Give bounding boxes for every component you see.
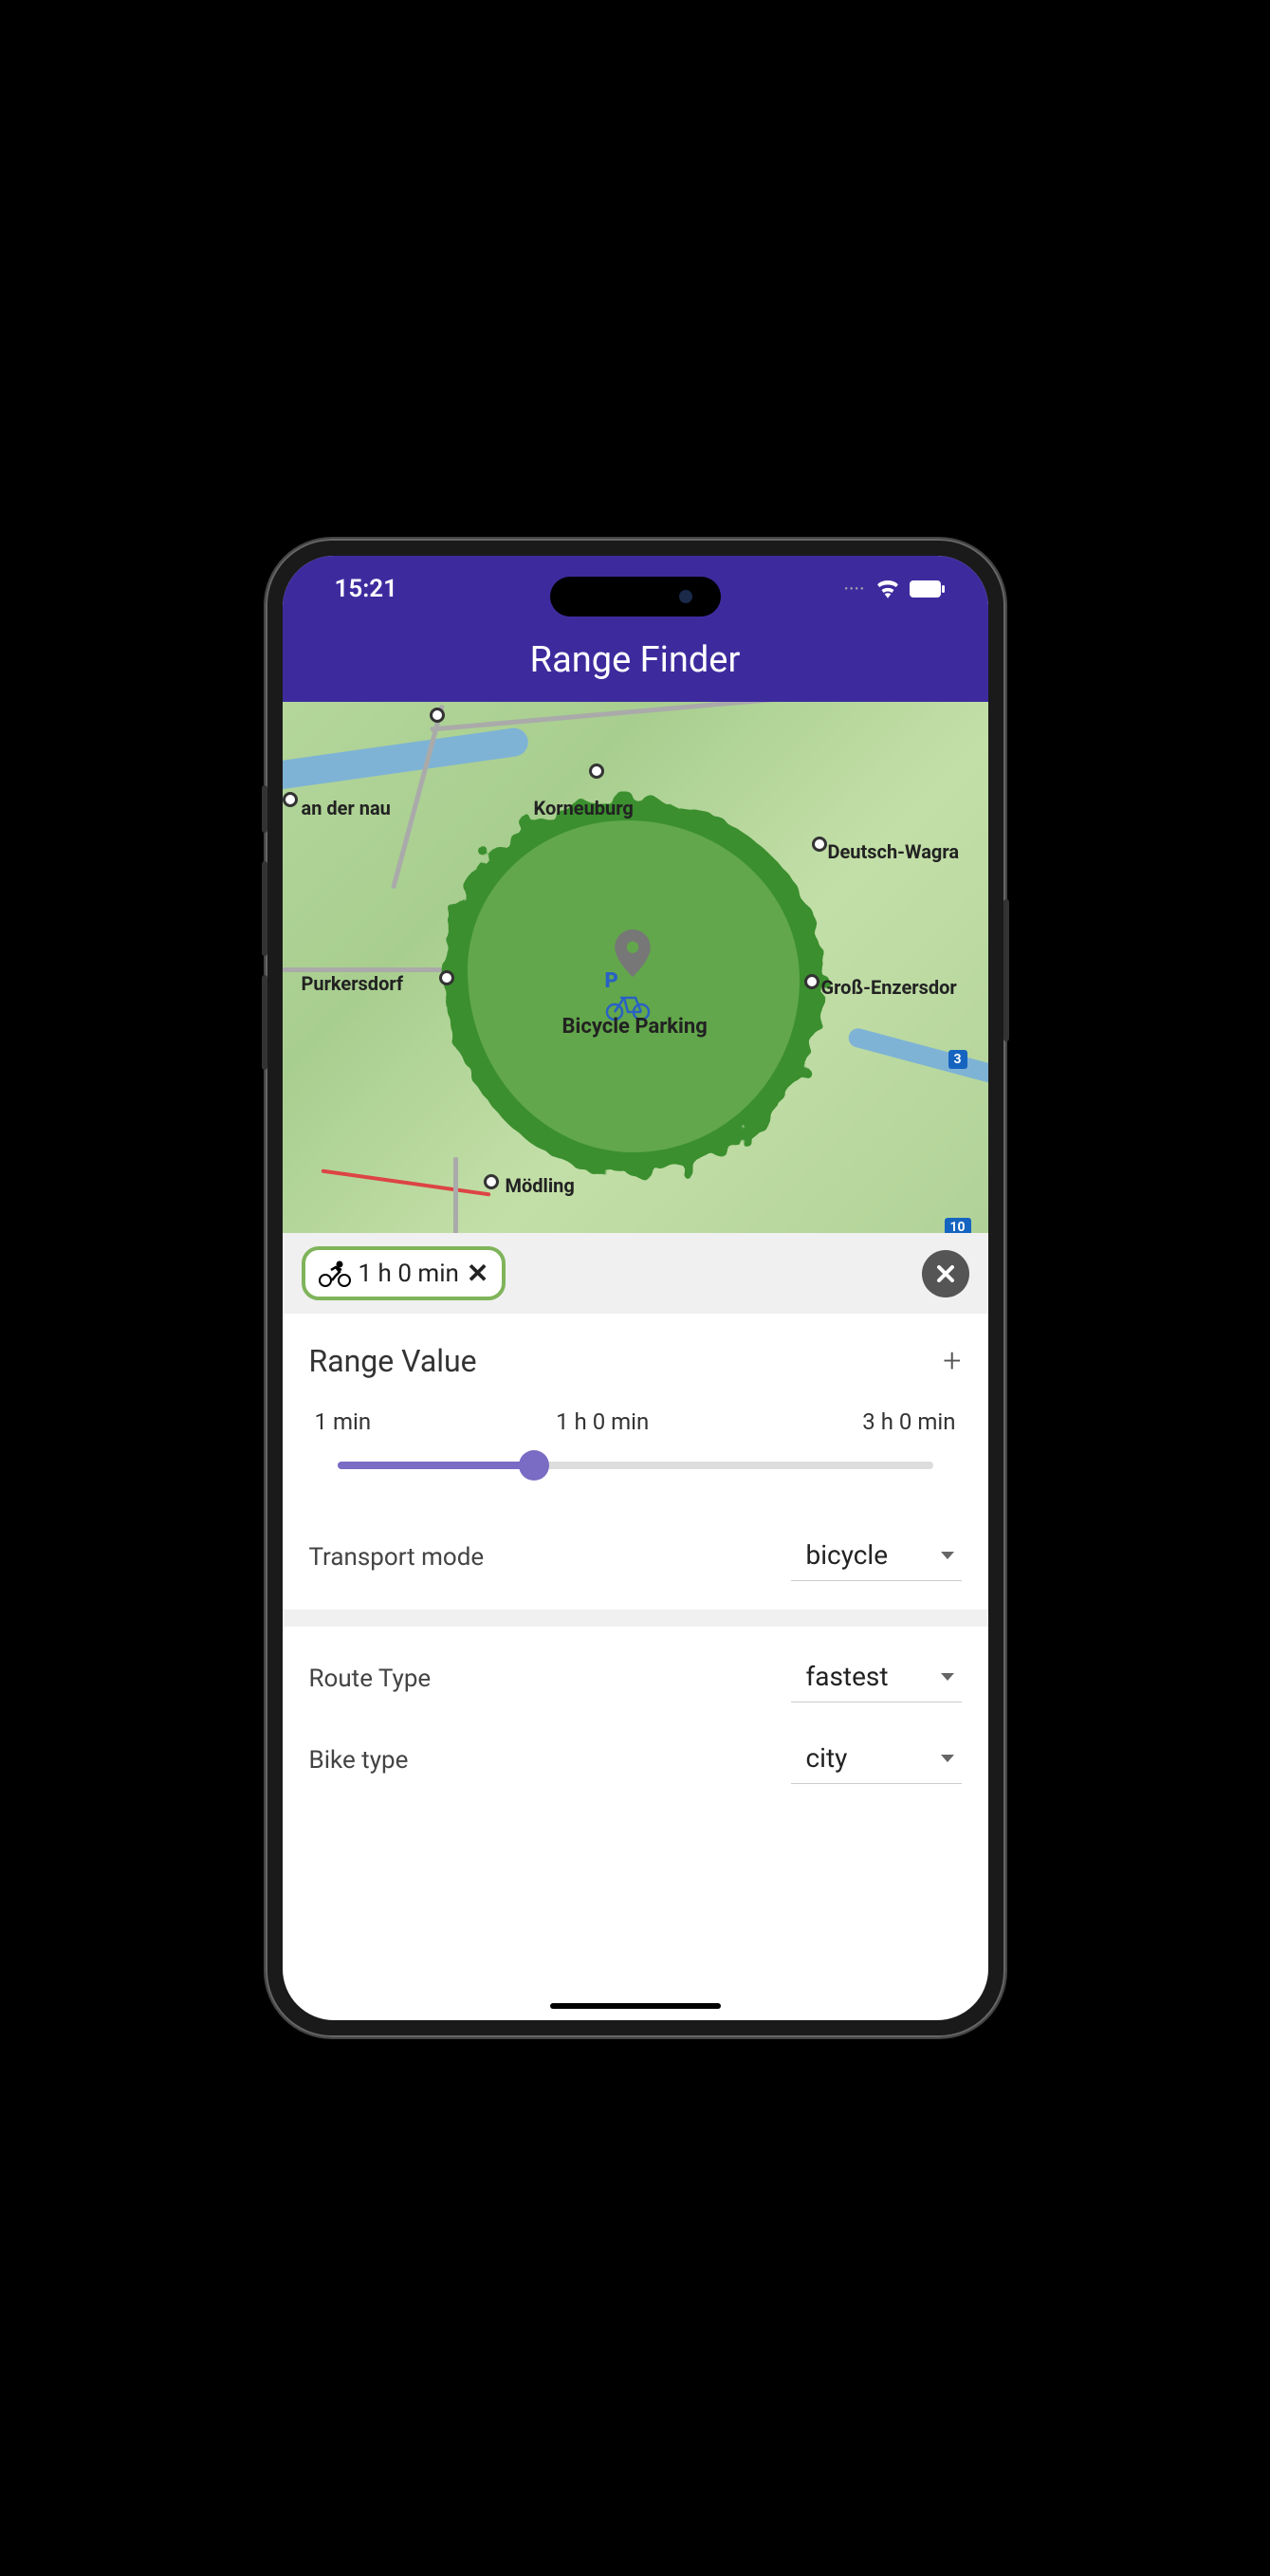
city-dot: [589, 764, 604, 779]
city-label: Korneuburg: [534, 797, 634, 819]
settings-panel: Range Value + 1 min 1 h 0 min 3 h 0 min …: [283, 1314, 988, 1837]
chip-value: 1 h 0 min: [359, 1260, 459, 1288]
bike-type-label: Bike type: [309, 1746, 409, 1775]
add-range-button[interactable]: +: [943, 1342, 961, 1380]
transport-mode-value: bicycle: [806, 1539, 889, 1571]
chip-remove-icon[interactable]: ✕: [467, 1258, 488, 1289]
close-icon: [935, 1263, 956, 1284]
slider-max-label: 3 h 0 min: [862, 1408, 955, 1435]
slider-labels: 1 min 1 h 0 min 3 h 0 min: [309, 1408, 962, 1435]
city-label: an der nau: [302, 797, 391, 819]
city-dot: [439, 970, 454, 985]
status-time: 15:21: [335, 575, 398, 603]
chevron-down-icon: [941, 1755, 954, 1762]
bike-type-dropdown[interactable]: city: [791, 1737, 962, 1784]
app-title: Range Finder: [283, 639, 988, 681]
chevron-down-icon: [941, 1673, 954, 1681]
city-label: Deutsch-Wagra: [828, 840, 960, 863]
slider-thumb[interactable]: [519, 1450, 549, 1481]
city-dot: [804, 974, 819, 989]
bike-type-value: city: [806, 1742, 848, 1774]
transport-mode-label: Transport mode: [309, 1543, 485, 1572]
app-header: Range Finder: [283, 622, 988, 702]
cyclist-icon: [319, 1260, 351, 1287]
chip-bar: 1 h 0 min ✕: [283, 1233, 988, 1314]
city-dot: [283, 792, 298, 807]
marker-label: Bicycle Parking: [562, 1015, 708, 1039]
city-dot: [484, 1174, 499, 1189]
slider-min-label: 1 min: [315, 1408, 372, 1435]
reception-dots: ••••: [844, 584, 865, 595]
highway-badge: 3: [948, 1050, 967, 1069]
city-label: Purkersdorf: [302, 972, 404, 995]
city-label: Mödling: [506, 1174, 575, 1197]
range-value-title: Range Value: [309, 1343, 477, 1379]
slider-current-label: 1 h 0 min: [556, 1408, 649, 1435]
wifi-icon: [875, 580, 900, 598]
map-marker[interactable]: P Bicycle Parking: [615, 929, 651, 981]
chevron-down-icon: [941, 1552, 954, 1559]
phone-screen: 15:21 •••• Range Finder: [283, 556, 988, 2020]
city-dot: [812, 837, 827, 852]
city-label: Groß-Enzersdor: [821, 976, 957, 999]
phone-frame: 15:21 •••• Range Finder: [266, 539, 1005, 2037]
home-indicator[interactable]: [550, 2003, 721, 2009]
divider: [283, 1610, 988, 1627]
city-dot: [430, 708, 445, 723]
map-view[interactable]: Korneuburg an der nau Deutsch-Wagra Purkers…: [283, 702, 988, 1233]
route-type-label: Route Type: [309, 1665, 432, 1693]
river: [283, 727, 530, 792]
highway-badge: 10: [945, 1218, 971, 1233]
route-type-dropdown[interactable]: fastest: [791, 1655, 962, 1702]
range-slider[interactable]: [338, 1462, 933, 1469]
range-chip[interactable]: 1 h 0 min ✕: [302, 1246, 506, 1300]
transport-mode-dropdown[interactable]: bicycle: [791, 1534, 962, 1581]
status-icons: ••••: [844, 580, 945, 598]
route-type-value: fastest: [806, 1661, 889, 1692]
battery-icon: [910, 580, 946, 598]
slider-fill: [338, 1462, 534, 1469]
close-panel-button[interactable]: [922, 1250, 969, 1297]
notch: [550, 577, 721, 616]
